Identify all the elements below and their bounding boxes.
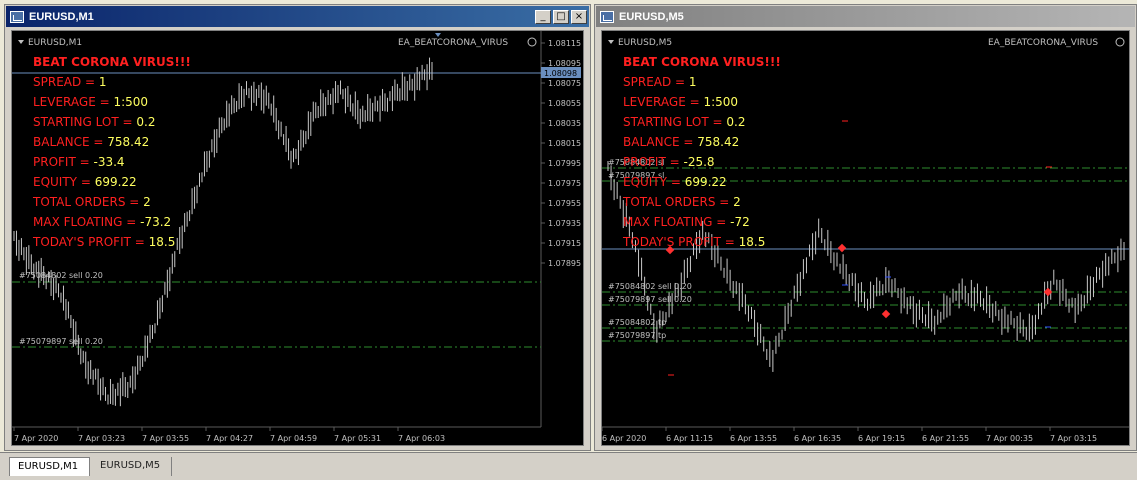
info-row: SPREAD = 1 — [623, 75, 697, 89]
time-scale-label: 6 Apr 16:35 — [794, 434, 841, 443]
chart-menu-arrow-icon[interactable] — [608, 40, 614, 44]
info-row: EQUITY = 699.22 — [623, 175, 727, 189]
smiley-icon — [527, 37, 537, 47]
time-scale-label: 7 Apr 04:59 — [270, 434, 317, 443]
window-title: EURUSD,M1 — [29, 10, 94, 23]
info-row: BALANCE = 758.42 — [623, 135, 739, 149]
info-heading: BEAT CORONA VIRUS!!! — [623, 55, 781, 69]
info-row: EQUITY = 699.22 — [33, 175, 137, 189]
price-tag — [1129, 243, 1130, 255]
trade-arrow-icon[interactable] — [881, 309, 891, 319]
info-heading: BEAT CORONA VIRUS!!! — [33, 55, 191, 69]
info-row: BALANCE = 758.42 — [33, 135, 149, 149]
chart-window-eurusd-m5[interactable]: EURUSD,M5 EURUSD,M5 EA_BEATCORONA_VIRUS … — [594, 4, 1137, 451]
info-row: PROFIT = -33.4 — [33, 155, 125, 169]
chart-shift-marker-icon[interactable] — [435, 33, 441, 37]
info-row: STARTING LOT = 0.2 — [33, 115, 155, 129]
info-row: MAX FLOATING = -72 — [623, 215, 750, 229]
time-scale-label: 7 Apr 06:03 — [398, 434, 445, 443]
time-scale-label: 7 Apr 03:15 — [1050, 434, 1097, 443]
time-scale-label: 7 Apr 00:35 — [986, 434, 1033, 443]
price-scale-label: 1.07935 — [548, 219, 581, 228]
info-panel: BEAT CORONA VIRUS!!! SPREAD = 1 LEVERAGE … — [32, 55, 191, 249]
chart-menu-arrow-icon[interactable] — [18, 40, 24, 44]
trade-arrow-icon[interactable] — [837, 243, 847, 253]
chart-area[interactable]: EURUSD,M5 EA_BEATCORONA_VIRUS #75084802 … — [601, 30, 1130, 446]
chart-canvas[interactable]: EURUSD,M1 EA_BEATCORONA_VIRUS #75084802 … — [12, 31, 584, 446]
window-title: EURUSD,M5 — [619, 10, 684, 23]
price-scale-label: 1.08015 — [548, 139, 581, 148]
price-scale-label: 1.07955 — [548, 199, 581, 208]
price-scale-label: 1.07975 — [548, 179, 581, 188]
price-scale-label: 1.08095 — [548, 59, 581, 68]
time-scale-label: 6 Apr 21:55 — [922, 434, 969, 443]
candles — [607, 161, 1125, 372]
chart-tabs-bar: EURUSD,M1 EURUSD,M5 — [0, 452, 1137, 480]
price-scale-label: 1.08035 — [548, 119, 581, 128]
time-scale-label: 6 Apr 11:15 — [666, 434, 713, 443]
price-scale-label: 1.08075 — [548, 79, 581, 88]
time-scale-label: 6 Apr 13:55 — [730, 434, 777, 443]
title-bar[interactable]: EURUSD,M1 _ □ × — [6, 6, 589, 27]
price-scale-label: 1.07915 — [548, 239, 581, 248]
time-scale-label: 7 Apr 05:31 — [334, 434, 381, 443]
info-row: STARTING LOT = 0.2 — [623, 115, 745, 129]
price-tag-label: 1.08098 — [544, 69, 577, 78]
time-scale: 6 Apr 2020 6 Apr 11:15 6 Apr 13:55 6 Apr 16… — [602, 427, 1097, 443]
price-scale-label: 1.07995 — [548, 159, 581, 168]
price-scale-label: 1.08115 — [548, 39, 581, 48]
time-scale-label: 6 Apr 2020 — [602, 434, 646, 443]
chart-canvas[interactable]: EURUSD,M5 EA_BEATCORONA_VIRUS #75084802 … — [602, 31, 1130, 446]
candles — [13, 57, 433, 407]
minimize-button[interactable]: _ — [535, 9, 551, 24]
expert-name: EA_BEATCORONA_VIRUS — [398, 38, 508, 48]
info-row: TOTAL ORDERS = 2 — [622, 195, 741, 209]
chart-window-icon — [600, 10, 614, 23]
tab-eurusd-m1[interactable]: EURUSD,M1 — [9, 457, 90, 476]
symbol-label: EURUSD,M5 — [618, 38, 672, 48]
chart-window-icon — [10, 10, 24, 23]
time-scale-label: 6 Apr 19:15 — [858, 434, 905, 443]
info-row: TODAY'S PROFIT = 18.5 — [622, 235, 765, 249]
tab-eurusd-m5[interactable]: EURUSD,M5 — [92, 457, 172, 476]
maximize-button[interactable]: □ — [553, 9, 569, 24]
info-row: MAX FLOATING = -73.2 — [33, 215, 171, 229]
time-scale-label: 7 Apr 04:27 — [206, 434, 253, 443]
time-scale: 7 Apr 2020 7 Apr 03:23 7 Apr 03:55 7 Apr 04… — [13, 427, 445, 443]
info-row: LEVERAGE = 1:500 — [33, 95, 148, 109]
info-row: TODAY'S PROFIT = 18.5 — [32, 235, 175, 249]
info-panel: BEAT CORONA VIRUS!!! SPREAD = 1 LEVERAGE … — [622, 55, 781, 249]
smiley-icon — [1115, 37, 1125, 47]
info-row: LEVERAGE = 1:500 — [623, 95, 738, 109]
title-bar[interactable]: EURUSD,M5 — [596, 6, 1135, 27]
price-scale-label: 1.08055 — [548, 99, 581, 108]
order-label: #75079897 tp — [608, 331, 666, 340]
order-label: #75079897 sell 0.20 — [608, 295, 692, 304]
time-scale-label: 7 Apr 03:23 — [78, 434, 125, 443]
close-button[interactable]: × — [571, 9, 587, 24]
order-label: #75084802 sell 0.20 — [608, 282, 692, 291]
symbol-label: EURUSD,M1 — [28, 38, 82, 48]
time-scale-label: 7 Apr 03:55 — [142, 434, 189, 443]
info-row: SPREAD = 1 — [33, 75, 107, 89]
time-scale-label: 7 Apr 2020 — [14, 434, 58, 443]
order-label: #75084802 tp — [608, 318, 666, 327]
expert-name: EA_BEATCORONA_VIRUS — [988, 38, 1098, 48]
info-row: TOTAL ORDERS = 2 — [32, 195, 151, 209]
chart-area[interactable]: EURUSD,M1 EA_BEATCORONA_VIRUS #75084802 … — [11, 30, 584, 446]
chart-window-eurusd-m1[interactable]: EURUSD,M1 _ □ × EURUSD,M1 EA_BEATCORONA_… — [4, 4, 591, 451]
order-label: #75079897 sell 0.20 — [19, 337, 103, 346]
info-row: PROFIT = -25.8 — [623, 155, 715, 169]
price-scale-label: 1.07895 — [548, 259, 581, 268]
